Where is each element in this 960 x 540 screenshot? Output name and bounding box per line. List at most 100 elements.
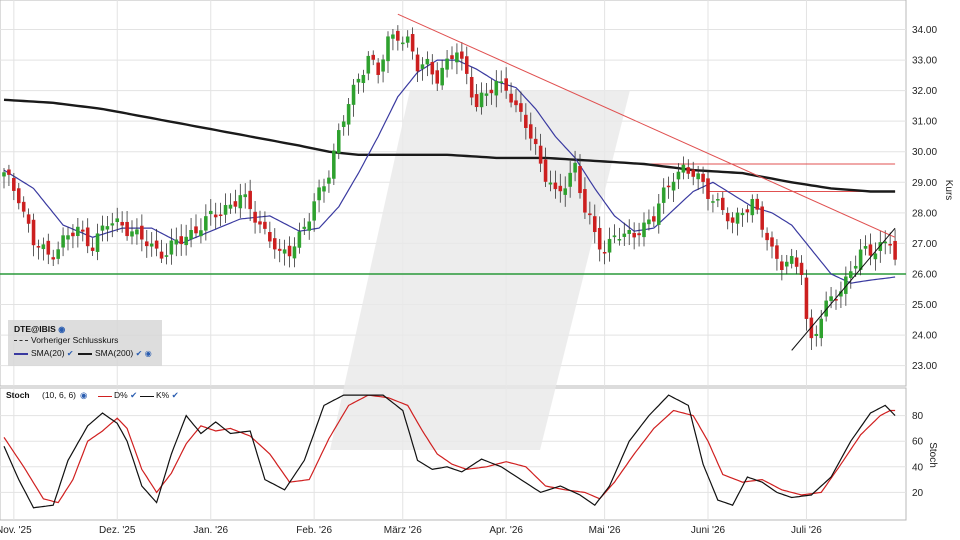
candle-body — [396, 30, 400, 41]
xtick-label: Feb. '26 — [296, 525, 332, 536]
ytick-label: 26.00 — [912, 269, 937, 280]
candle-body — [538, 145, 543, 164]
candle-body — [445, 58, 449, 70]
candle-body — [578, 166, 582, 194]
candle-body — [272, 238, 277, 250]
candle-body — [666, 185, 671, 188]
stoch-k-legend: K% ✔ — [140, 390, 179, 401]
price-chart-svg: 23.00 24.00 25.00 26.00 27.00 28.00 29.00 30.00… — [0, 0, 954, 536]
candle-body — [725, 212, 730, 222]
candle-body — [755, 198, 760, 210]
candle-body — [533, 138, 538, 145]
candle-body — [804, 277, 809, 319]
checkmark-icon[interactable]: ✔ — [172, 390, 179, 400]
xtick-label: Mai '26 — [589, 525, 621, 536]
candle-body — [784, 261, 789, 267]
candle-body — [90, 247, 95, 251]
candle-body — [253, 211, 257, 223]
candle-body — [563, 188, 568, 195]
chart-stage: 23.00 24.00 25.00 26.00 27.00 28.00 29.00 30.00… — [0, 0, 960, 540]
candle-body — [868, 244, 873, 256]
xtick-label: Dez. '25 — [99, 525, 136, 536]
legend-ticker: DTE@IBIS — [14, 324, 56, 334]
candle-body — [765, 232, 769, 241]
globe-icon: ◉ — [144, 349, 152, 359]
candle-body — [558, 185, 563, 192]
candle-body — [149, 243, 154, 247]
checkmark-icon[interactable]: ✔ — [130, 390, 137, 400]
candle-body — [16, 188, 21, 204]
candle-body — [233, 201, 238, 207]
candle-body — [21, 201, 26, 212]
globe-icon: ◉ — [80, 390, 88, 400]
candle-body — [716, 199, 720, 201]
candle-body — [405, 36, 410, 43]
ytick-label: 23.00 — [912, 361, 937, 372]
candle-body — [573, 162, 577, 173]
candle-body — [681, 164, 686, 173]
candle-body — [410, 34, 415, 52]
candle-body — [381, 59, 385, 72]
candle-body — [415, 54, 420, 72]
candle-body — [780, 261, 784, 270]
candle-body — [302, 226, 307, 229]
ytick-label: 31.00 — [912, 117, 937, 128]
candle-body — [312, 201, 316, 221]
candle-body — [130, 231, 134, 237]
checkmark-icon[interactable]: ✔ — [136, 349, 143, 358]
ytick-label: 32.00 — [912, 86, 937, 97]
candle-body — [218, 214, 223, 217]
candle-body — [720, 197, 725, 211]
xtick-label: Jan. '26 — [193, 525, 228, 536]
candle-body — [376, 62, 380, 75]
candle-body — [730, 217, 735, 223]
stoch-d-legend: D% ✔ — [98, 390, 137, 401]
candle-body — [543, 159, 548, 182]
candle-body — [588, 213, 592, 216]
ylabel: Stoch — [927, 442, 938, 468]
candle-body — [327, 177, 331, 184]
checkmark-icon[interactable]: ✔ — [67, 349, 74, 358]
candle-body — [858, 249, 863, 270]
candle-body — [120, 221, 124, 226]
ytick-label: 25.00 — [912, 300, 937, 311]
candle-body — [361, 74, 366, 84]
candle-body — [450, 55, 454, 60]
candle-body — [686, 167, 691, 174]
candle-body — [592, 216, 597, 233]
candle-body — [336, 130, 341, 154]
candle-body — [691, 169, 696, 177]
ytick-label: 33.00 — [912, 56, 937, 67]
legend-prevclose: Vorheriger Schlusskurs — [31, 335, 119, 345]
candle-body — [474, 94, 479, 108]
ytick-label: 28.00 — [912, 208, 937, 219]
candle-body — [164, 255, 169, 257]
candle-body — [637, 233, 641, 236]
candle-body — [656, 203, 661, 225]
candle-body — [622, 233, 627, 237]
candle-body — [775, 245, 779, 259]
candle-body — [144, 241, 149, 247]
legend-prevclose-row: Vorheriger Schlusskurs — [14, 335, 118, 345]
candle-body — [597, 227, 602, 250]
candle-body — [105, 226, 110, 230]
candle-body — [794, 257, 799, 267]
candle-body — [179, 236, 184, 245]
candle-body — [701, 173, 705, 182]
candle-body — [499, 81, 504, 83]
xtick-label: Juli '26 — [791, 525, 822, 536]
candle-body — [661, 187, 666, 203]
candle-body — [174, 239, 179, 245]
candle-body — [469, 76, 474, 98]
candle-body — [386, 36, 390, 62]
candle-body — [435, 70, 440, 84]
candle-body — [455, 52, 459, 63]
stoch-k-label: K% — [156, 390, 170, 400]
candle-body — [760, 206, 764, 230]
candle-body — [243, 194, 248, 198]
candle-body — [268, 232, 272, 242]
candle-body — [31, 219, 36, 246]
xtick-label: Nov. '25 — [0, 525, 32, 536]
sma20-swatch — [14, 352, 28, 355]
candle-body — [46, 240, 51, 255]
